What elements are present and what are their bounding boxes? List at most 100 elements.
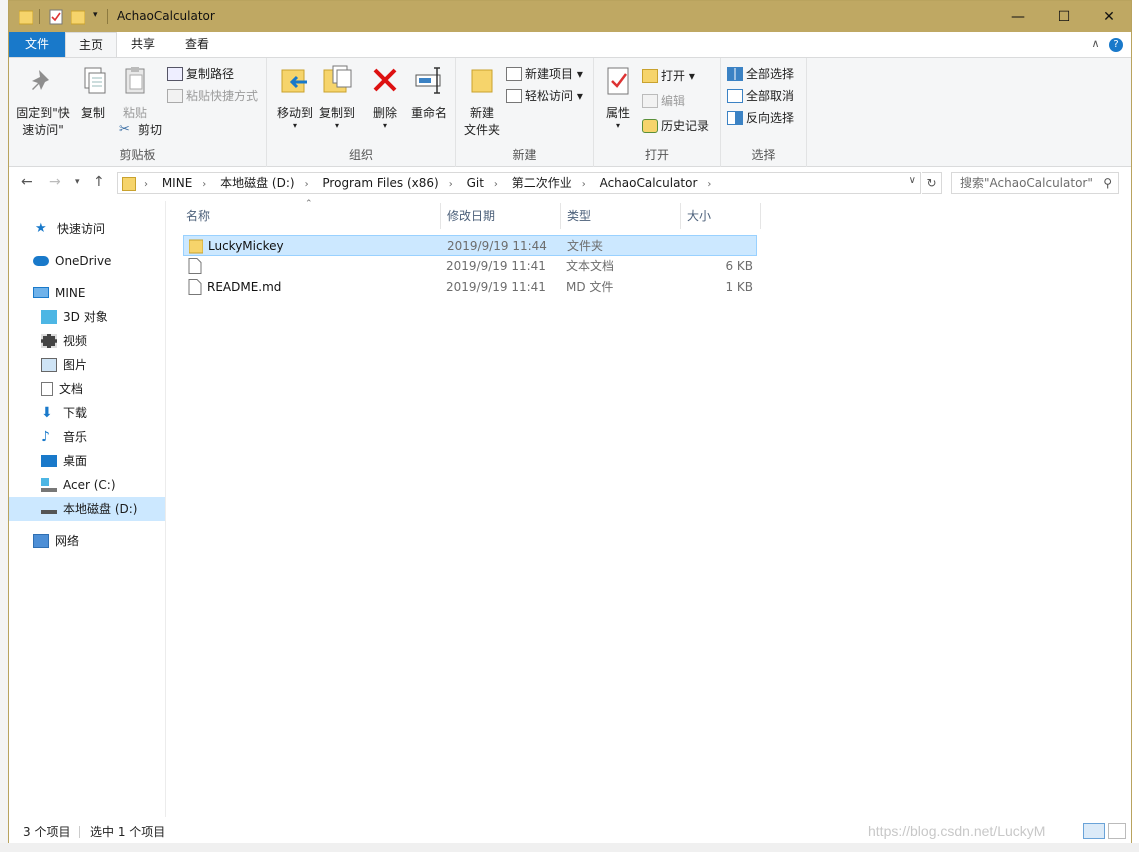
- nav-desktop[interactable]: 桌面: [9, 449, 165, 473]
- nav-videos[interactable]: 视频: [9, 329, 165, 353]
- breadcrumb-item[interactable]: Program Files (x86): [322, 176, 438, 190]
- tab-home[interactable]: 主页: [65, 32, 117, 58]
- nav-quick-access[interactable]: ★ 快速访问: [9, 217, 165, 241]
- organize-group: 移动到 ▾ 复制到 ▾ 删除 ▾ 重命名 组织: [267, 58, 456, 167]
- refresh-icon[interactable]: ↻: [922, 172, 942, 194]
- close-button[interactable]: ✕: [1086, 1, 1132, 32]
- rename-button[interactable]: 重命名: [407, 64, 451, 122]
- collapse-ribbon-icon[interactable]: ∧: [1091, 37, 1099, 50]
- maximize-button[interactable]: ☐: [1041, 1, 1087, 32]
- address-dropdown-icon[interactable]: ∨: [909, 175, 916, 186]
- new-folder-button[interactable]: 新建 文件夹: [460, 64, 504, 139]
- open-folder-icon: [642, 68, 658, 83]
- select-none-button[interactable]: 全部取消: [727, 86, 794, 106]
- folder-icon: [122, 176, 136, 191]
- address-bar[interactable]: › MINE › 本地磁盘 (D:) › Program Files (x86) › …: [117, 172, 921, 194]
- new-folder-qa-icon[interactable]: [71, 8, 85, 25]
- search-input[interactable]: 搜索"AchaoCalculator" ⚲: [951, 172, 1119, 194]
- nav-3d-objects[interactable]: 3D 对象: [9, 305, 165, 329]
- nav-downloads[interactable]: ⬇ 下载: [9, 401, 165, 425]
- edit-button[interactable]: 编辑: [642, 91, 685, 111]
- history-icon: [642, 118, 658, 133]
- nav-network[interactable]: 网络: [9, 529, 165, 553]
- tab-view[interactable]: 查看: [173, 32, 221, 57]
- column-header-type[interactable]: 类型: [561, 203, 681, 229]
- invert-selection-icon: [727, 110, 743, 125]
- tab-file[interactable]: 文件: [9, 32, 65, 57]
- copy-path-button[interactable]: 复制路径: [167, 64, 234, 84]
- nav-pictures[interactable]: 图片: [9, 353, 165, 377]
- breadcrumb-item[interactable]: 本地磁盘 (D:): [220, 176, 294, 190]
- clipboard-group: 固定到"快 速访问" 复制 粘贴 复制路径 粘贴快捷方式 ✂ 剪切 剪贴板: [9, 58, 267, 167]
- delete-button[interactable]: 删除 ▾: [367, 64, 403, 130]
- properties-button[interactable]: 属性 ▾: [600, 64, 636, 130]
- column-header-date[interactable]: 修改日期: [441, 203, 561, 229]
- large-icons-view-icon[interactable]: [1108, 823, 1126, 839]
- organize-group-label: 组织: [348, 148, 373, 162]
- details-view-icon[interactable]: [1083, 823, 1105, 839]
- move-to-button[interactable]: 移动到 ▾: [275, 64, 315, 130]
- new-group-label: 新建: [512, 148, 537, 162]
- new-item-button[interactable]: 新建项目 ▾: [506, 64, 583, 84]
- breadcrumb-item[interactable]: Git: [467, 176, 484, 190]
- ribbon: 固定到"快 速访问" 复制 粘贴 复制路径 粘贴快捷方式 ✂ 剪切 剪贴板 移动到 ▾: [9, 57, 1131, 167]
- easy-access-button[interactable]: 轻松访问 ▾: [506, 86, 583, 106]
- background-window-edge: [0, 843, 1139, 852]
- watermark: https://blog.csdn.net/LuckyM: [868, 823, 1046, 839]
- select-group-label: 选择: [751, 148, 776, 162]
- forward-arrow-icon[interactable]: →: [49, 174, 61, 190]
- scissors-icon: ✂: [119, 121, 130, 137]
- customize-qa-dropdown[interactable]: ▾: [93, 10, 98, 20]
- file-row[interactable]: README.md 2019/9/19 11:41 MD 文件 1 KB: [183, 277, 757, 298]
- open-group: 属性 ▾ 打开 ▾ 编辑 历史记录 打开: [594, 58, 721, 167]
- nav-onedrive[interactable]: OneDrive: [9, 249, 165, 273]
- search-icon: ⚲: [1103, 176, 1112, 190]
- breadcrumb-item[interactable]: AchaoCalculator: [600, 176, 698, 190]
- breadcrumb-item[interactable]: 第二次作业: [512, 176, 572, 190]
- paste-button[interactable]: 粘贴: [115, 64, 155, 122]
- select-all-button[interactable]: 全部选择: [727, 64, 794, 84]
- recent-locations-icon[interactable]: ▾: [75, 177, 80, 187]
- pin-quick-access-button[interactable]: 固定到"快 速访问": [15, 64, 71, 139]
- folder-icon: [189, 239, 203, 254]
- properties-qa-icon[interactable]: [49, 8, 63, 25]
- tab-share[interactable]: 共享: [121, 32, 165, 57]
- select-none-icon: [727, 88, 743, 103]
- back-arrow-icon[interactable]: ←: [21, 174, 33, 190]
- open-button[interactable]: 打开 ▾: [642, 66, 695, 86]
- nav-music[interactable]: ♪ 音乐: [9, 425, 165, 449]
- computer-icon: [33, 287, 49, 298]
- breadcrumb: › MINE › 本地磁盘 (D:) › Program Files (x86) › …: [122, 173, 721, 193]
- nav-drive-d[interactable]: 本地磁盘 (D:): [9, 497, 165, 521]
- new-item-icon: [506, 66, 522, 81]
- column-header-size[interactable]: 大小: [681, 203, 761, 229]
- cut-button[interactable]: ✂ 剪切: [119, 120, 162, 140]
- easy-access-icon: [506, 88, 522, 103]
- history-button[interactable]: 历史记录: [642, 116, 709, 136]
- window-title: AchaoCalculator: [117, 9, 215, 23]
- network-icon: [33, 533, 49, 548]
- background-window-edge: [1132, 0, 1139, 852]
- invert-selection-button[interactable]: 反向选择: [727, 108, 794, 128]
- file-row[interactable]: LuckyMickey 2019/9/19 11:44 文件夹: [183, 235, 757, 256]
- nav-this-pc[interactable]: MINE: [9, 281, 165, 305]
- file-row[interactable]: 2019/9/19 11:41 文本文档 6 KB: [183, 256, 757, 277]
- open-group-label: 打开: [644, 148, 669, 162]
- select-group: 全部选择 全部取消 反向选择 选择: [721, 58, 807, 167]
- copy-to-icon: [323, 65, 352, 93]
- up-arrow-icon[interactable]: ↑: [93, 174, 105, 190]
- paste-shortcut-button[interactable]: 粘贴快捷方式: [167, 86, 258, 106]
- nav-drive-c[interactable]: Acer (C:): [9, 473, 165, 497]
- select-all-icon: [727, 66, 743, 81]
- minimize-button[interactable]: —: [995, 1, 1041, 32]
- copy-to-button[interactable]: 复制到 ▾: [317, 64, 357, 130]
- background-window-edge: [0, 0, 8, 852]
- cloud-icon: [33, 255, 49, 266]
- breadcrumb-item[interactable]: MINE: [162, 176, 192, 190]
- nav-documents[interactable]: 文档: [9, 377, 165, 401]
- help-icon[interactable]: ?: [1109, 38, 1123, 52]
- desktop-icon: [41, 454, 57, 467]
- column-header-name[interactable]: 名称: [180, 203, 441, 229]
- new-group: 新建 文件夹 新建项目 ▾ 轻松访问 ▾ 新建: [456, 58, 594, 167]
- copy-button[interactable]: 复制: [73, 64, 113, 122]
